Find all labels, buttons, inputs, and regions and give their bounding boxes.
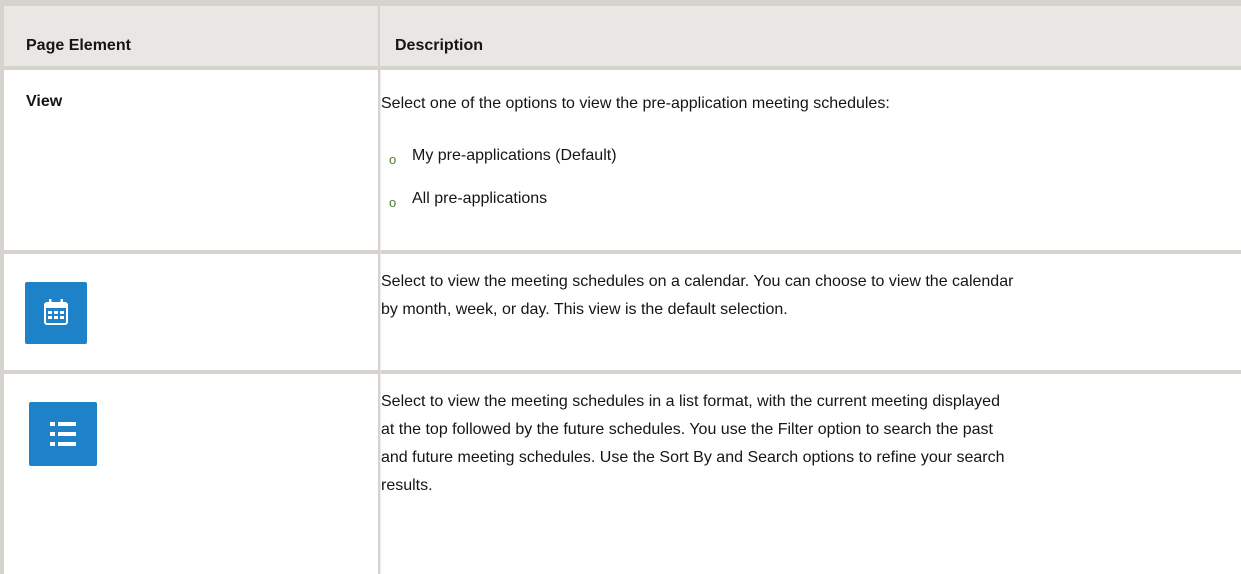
table-row: View Select one of the options to view t…: [0, 70, 1241, 254]
table-row: Select to view the meeting schedules in …: [0, 374, 1241, 574]
list-description-line: and future meeting schedules. Use the So…: [381, 449, 1005, 466]
header-page-element: Page Element: [0, 0, 380, 70]
element-cell: View: [0, 70, 380, 254]
list-description-line: at the top followed by the future schedu…: [381, 421, 993, 438]
circle-bullet-icon: o: [389, 152, 397, 167]
circle-bullet-icon: o: [389, 195, 397, 210]
calendar-view-button: [25, 282, 87, 344]
description-cell: Select one of the options to view the pr…: [380, 70, 1241, 254]
description-cell: Select to view the meeting schedules on …: [380, 254, 1241, 374]
option-label: All pre-applications: [412, 190, 548, 207]
element-cell: [0, 374, 380, 574]
element-cell: [0, 254, 380, 374]
table-header-row: Page Element Description: [0, 0, 1241, 70]
page-element-table: Page Element Description View Select one…: [0, 0, 1241, 574]
calendar-description-line: by month, week, or day. This view is the…: [381, 301, 788, 318]
table-row: Select to view the meeting schedules on …: [0, 254, 1241, 374]
description-cell: Select to view the meeting schedules in …: [380, 374, 1241, 574]
view-description: Select one of the options to view the pr…: [381, 95, 890, 112]
view-term: View: [26, 93, 63, 110]
list-description-line: results.: [381, 477, 433, 494]
list-description-line: Select to view the meeting schedules in …: [381, 393, 1000, 410]
view-options-list: o My pre-applications (Default) o All pr…: [381, 142, 1241, 228]
calendar-icon: [44, 299, 68, 325]
option-label: My pre-applications (Default): [412, 147, 617, 164]
list-item: o My pre-applications (Default): [381, 142, 1241, 185]
list-view-button: [29, 402, 97, 466]
list-icon: [50, 422, 76, 446]
list-item: o All pre-applications: [381, 185, 1241, 228]
calendar-description-line: Select to view the meeting schedules on …: [381, 273, 1014, 290]
header-description: Description: [380, 0, 1241, 70]
